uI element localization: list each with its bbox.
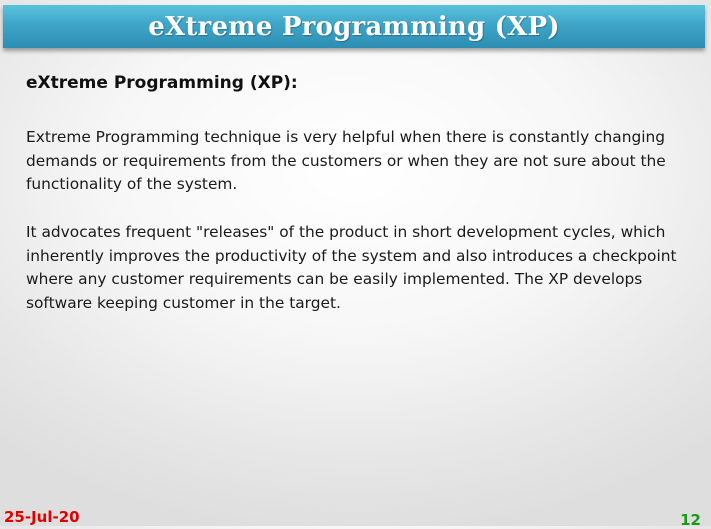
paragraph-intro: Extreme Programming technique is very he… [26, 128, 666, 193]
slide-title-bar: eXtreme Programming (XP) [3, 5, 705, 48]
page-number: 12 [680, 511, 701, 529]
slide-heading: eXtreme Programming (XP): [26, 73, 298, 93]
paragraph-releases: It advocates frequent "releases" of the … [26, 223, 677, 312]
footer-date: 25-Jul-20 [4, 508, 80, 526]
slide-title: eXtreme Programming (XP) [148, 11, 560, 42]
